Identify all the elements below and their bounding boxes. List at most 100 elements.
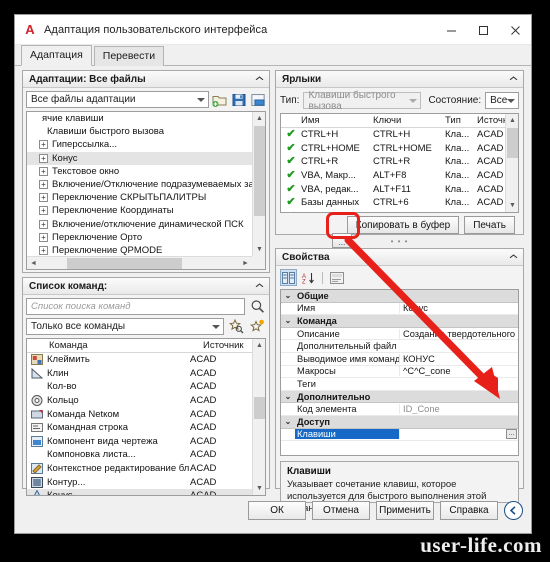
customizations-pane-header[interactable]: Адаптации: Все файлы — [23, 71, 269, 88]
table-row[interactable]: Команда Netком ACAD — [27, 407, 252, 421]
tree-item[interactable]: + Включение/Отключение подразумеваемых за… — [27, 178, 252, 191]
chevron-up-icon[interactable] — [509, 75, 518, 83]
scroll-right-icon[interactable]: ► — [239, 257, 252, 269]
table-row[interactable]: ✔ VBA, редак... ALT+F11 Кла... ACAD — [281, 182, 505, 196]
table-row[interactable]: ✔ Базы данных CTRL+6 Кла... ACAD — [281, 196, 505, 210]
splitter-grip[interactable]: • • • — [275, 235, 524, 247]
commands-list-vscrollbar[interactable]: ▲ ▼ — [252, 339, 265, 495]
property-group-row[interactable]: ⌄ Команда — [281, 315, 518, 328]
property-row[interactable]: Выводимое имя команды КОНУС — [281, 353, 518, 366]
vscroll-thumb[interactable] — [507, 128, 518, 158]
scroll-down-icon[interactable]: ▼ — [253, 243, 265, 256]
alpha-sort-icon[interactable]: A Z — [300, 269, 317, 286]
help-button[interactable]: Справка — [440, 501, 498, 520]
tree-item[interactable]: ячие клавиши — [27, 112, 252, 125]
expand-plus-icon[interactable]: + — [39, 193, 48, 203]
cancel-button[interactable]: Отмена — [312, 501, 370, 520]
property-value[interactable]: ... — [399, 429, 518, 440]
copy-to-clipboard-button[interactable]: Копировать в буфер — [346, 216, 460, 234]
tree-item[interactable]: Клавиши быстрого вызова — [27, 125, 252, 138]
property-row[interactable]: Имя Конус — [281, 303, 518, 316]
expand-plus-icon[interactable]: + — [39, 166, 48, 176]
checkmark-icon[interactable]: ✔ — [281, 156, 301, 167]
customizations-tree-hscrollbar[interactable]: ◄ ► — [27, 256, 252, 269]
property-value[interactable]: КОНУС — [399, 353, 518, 364]
commands-pane-header[interactable]: Список команд: — [23, 278, 269, 295]
expand-plus-icon[interactable]: + — [39, 153, 48, 163]
property-value[interactable]: ID_Cone — [399, 404, 518, 415]
chevron-up-icon[interactable] — [255, 75, 264, 83]
scroll-up-icon[interactable]: ▲ — [253, 339, 265, 352]
checkmark-icon[interactable]: ✔ — [281, 197, 301, 208]
save-icon[interactable] — [230, 91, 247, 108]
properties-grid[interactable]: ⌄ Общие Имя Конус ⌄ Команда Описание Создание т… — [280, 289, 519, 456]
shortcuts-pane-header[interactable]: Ярлыки — [276, 71, 523, 88]
expand-plus-icon[interactable]: + — [39, 219, 48, 229]
tree-item[interactable]: + Включение/отключение динамической ПСК — [27, 218, 252, 231]
table-row[interactable]: Кольцо ACAD — [27, 394, 252, 408]
magnifier-icon[interactable] — [249, 298, 266, 315]
table-row[interactable]: ✔ VBA, Макр... ALT+F8 Кла... ACAD — [281, 169, 505, 183]
property-row[interactable]: Код элемента ID_Cone — [281, 403, 518, 416]
table-row[interactable]: Клеймить ACAD — [27, 353, 252, 367]
chevron-down-icon[interactable]: ⌄ — [281, 392, 295, 401]
vscroll-thumb[interactable] — [254, 397, 265, 419]
tree-item[interactable]: + Конус — [27, 151, 252, 165]
property-group-row[interactable]: ⌄ Доступ — [281, 415, 518, 429]
property-group-row[interactable]: ⌄ Дополнительно — [281, 390, 518, 404]
search-input[interactable]: Список поиска команд — [26, 298, 245, 315]
customization-file-combo[interactable]: Все файлы адаптации — [26, 91, 209, 108]
chevron-down-icon[interactable]: ⌄ — [281, 316, 295, 325]
table-row[interactable]: ✔ CTRL+HOME CTRL+HOME Кла... ACAD — [281, 142, 505, 156]
table-row[interactable]: Контур... ACAD — [27, 475, 252, 489]
property-row[interactable]: Макросы ^C^C_cone — [281, 366, 518, 379]
table-row[interactable]: Контекстное редактирование блока ACAD — [27, 462, 252, 476]
chevron-left-circle-icon[interactable] — [504, 501, 523, 520]
hscroll-thumb[interactable] — [67, 258, 182, 269]
table-row[interactable]: Компонент вида чертежа ACAD — [27, 435, 252, 449]
tree-item[interactable]: + Переключение Орто — [27, 231, 252, 244]
tree-item[interactable]: + Текстовое окно — [27, 165, 252, 178]
checkmark-icon[interactable]: ✔ — [281, 142, 301, 153]
tab-translate[interactable]: Перевести — [93, 46, 165, 66]
checkmark-icon[interactable]: ✔ — [281, 170, 301, 181]
property-value[interactable]: ^C^C_cone — [399, 366, 518, 377]
apply-button[interactable]: Применить — [376, 501, 434, 520]
expand-plus-icon[interactable]: + — [39, 140, 48, 150]
categorized-view-icon[interactable] — [280, 269, 297, 286]
table-row[interactable]: Компоновка листа... ACAD — [27, 448, 252, 462]
shortcuts-table[interactable]: Имя Ключи Тип Источник ✔ CTRL+H CTRL+H Кла.… — [280, 113, 519, 213]
vscroll-thumb[interactable] — [254, 126, 265, 216]
tree-item[interactable]: + Переключение Координаты — [27, 204, 252, 217]
property-row[interactable]: Теги — [281, 378, 518, 391]
scroll-down-icon[interactable]: ▼ — [506, 199, 518, 212]
maximize-icon[interactable] — [467, 15, 499, 45]
property-value[interactable]: Конус — [399, 303, 518, 314]
property-value[interactable]: Создание твердотельного 3D-конуса — [399, 328, 518, 339]
table-row[interactable]: Клин ACAD — [27, 367, 252, 381]
properties-pane-header[interactable]: Свойства — [276, 249, 523, 266]
tree-item[interactable]: + Переключение СКРЫТЬПАЛИТРЫ — [27, 191, 252, 204]
state-combo[interactable]: Все — [485, 92, 519, 109]
new-star-icon[interactable] — [249, 318, 266, 335]
scroll-up-icon[interactable]: ▲ — [253, 112, 265, 125]
expand-plus-icon[interactable]: + — [39, 232, 48, 242]
chevron-down-icon[interactable]: ⌄ — [281, 417, 295, 426]
chevron-up-icon[interactable] — [509, 253, 518, 261]
checkmark-icon[interactable]: ✔ — [281, 129, 301, 140]
description-toggle-icon[interactable] — [328, 269, 345, 286]
find-star-icon[interactable] — [228, 318, 245, 335]
table-row[interactable]: Командная строка ACAD — [27, 421, 252, 435]
customizations-tree[interactable]: ячие клавиши Клавиши быстрого вызова + Гипе… — [26, 111, 266, 270]
minimize-icon[interactable] — [435, 15, 467, 45]
property-row[interactable]: Клавиши... — [281, 429, 518, 442]
expand-plus-icon[interactable]: + — [39, 180, 48, 190]
tree-item[interactable]: + Гиперссылка... — [27, 138, 252, 151]
save-as-icon[interactable] — [249, 91, 266, 108]
tab-adaptation[interactable]: Адаптация — [21, 45, 92, 66]
table-row[interactable]: Кол-во ACAD — [27, 380, 252, 394]
expand-plus-icon[interactable]: + — [39, 245, 48, 255]
table-row[interactable]: ✔БыстрКалькCTRL+8Кла...ACAD — [281, 210, 505, 212]
ellipsis-button-keys-row[interactable]: ... — [506, 429, 517, 440]
shortcuts-table-vscrollbar[interactable]: ▲ ▼ — [505, 114, 518, 212]
